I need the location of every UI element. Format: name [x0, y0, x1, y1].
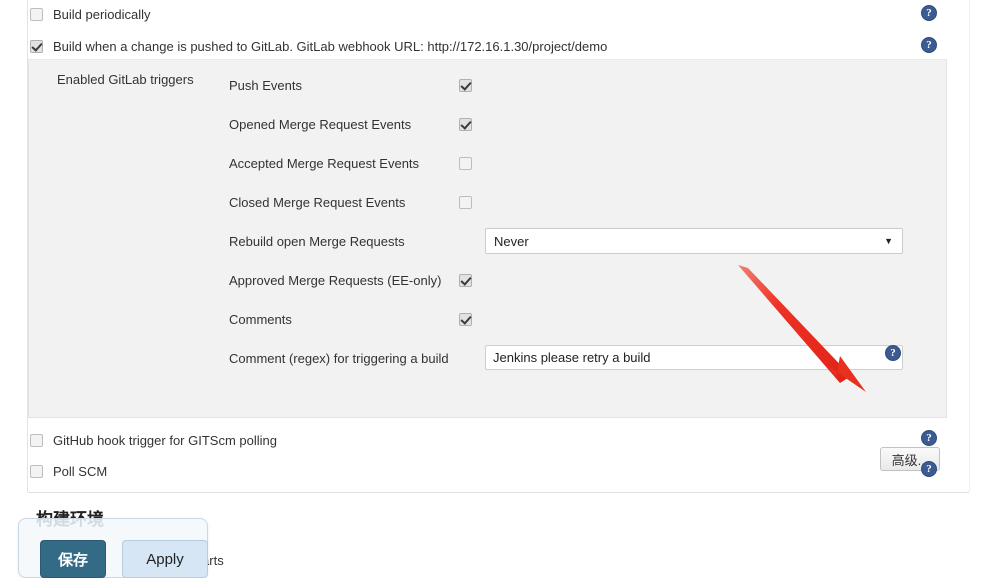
build-periodically-label: Build periodically — [53, 6, 151, 22]
opened-merge-request-events-label: Opened Merge Request Events — [229, 116, 412, 132]
build-periodically-row[interactable]: Build periodically — [30, 1, 151, 27]
rebuild-open-merge-requests-label: Rebuild open Merge Requests — [229, 233, 405, 249]
floating-save-bar: 保存 Apply — [18, 518, 208, 578]
build-on-gitlab-push-checkbox[interactable] — [30, 39, 43, 53]
row-opened-merge-request-events[interactable]: Opened Merge Request Events — [229, 113, 929, 135]
enabled-gitlab-triggers-label: Enabled GitLab triggers — [57, 72, 194, 87]
help-icon-comment-regex[interactable]: ? — [885, 345, 901, 361]
help-icon-poll-scm[interactable]: ? — [921, 461, 937, 477]
apply-button[interactable]: Apply — [122, 540, 208, 578]
push-events-checkbox[interactable] — [459, 78, 472, 92]
github-hook-trigger-checkbox[interactable] — [30, 433, 43, 447]
help-icon-github-hook-trigger[interactable]: ? — [921, 430, 937, 446]
comment-regex-input[interactable] — [485, 345, 903, 370]
row-push-events[interactable]: Push Events — [229, 74, 929, 96]
rebuild-open-merge-requests-select[interactable]: Never ▼ — [485, 228, 903, 254]
gitlab-triggers-panel: Enabled GitLab triggers Push Events Open… — [28, 59, 947, 471]
section-divider — [28, 492, 969, 493]
comment-regex-label: Comment (regex) for triggering a build — [229, 350, 449, 366]
row-comments[interactable]: Comments — [229, 308, 929, 330]
approved-merge-requests-checkbox[interactable] — [459, 273, 472, 287]
closed-merge-request-events-label: Closed Merge Request Events — [229, 194, 406, 210]
accepted-merge-request-events-checkbox[interactable] — [459, 156, 472, 170]
form-right-rail — [969, 0, 970, 492]
push-events-label: Push Events — [229, 77, 302, 93]
jenkins-config-page: Build periodically ? Build when a change… — [0, 0, 998, 578]
chevron-down-icon: ▼ — [884, 235, 893, 246]
comments-checkbox[interactable] — [459, 312, 472, 326]
rebuild-open-merge-requests-value: Never — [494, 233, 529, 249]
poll-scm-label: Poll SCM — [53, 463, 108, 479]
build-on-gitlab-push-label: Build when a change is pushed to GitLab.… — [53, 38, 608, 54]
help-icon-build-periodically[interactable]: ? — [921, 5, 937, 21]
approved-merge-requests-label: Approved Merge Requests (EE-only) — [229, 272, 442, 288]
row-accepted-merge-request-events[interactable]: Accepted Merge Request Events — [229, 152, 929, 174]
poll-scm-row[interactable]: Poll SCM — [30, 458, 107, 484]
poll-scm-checkbox[interactable] — [30, 464, 43, 478]
accepted-merge-request-events-label: Accepted Merge Request Events — [229, 155, 420, 171]
opened-merge-request-events-checkbox[interactable] — [459, 117, 472, 131]
row-closed-merge-request-events[interactable]: Closed Merge Request Events — [229, 191, 929, 213]
build-on-gitlab-push-row[interactable]: Build when a change is pushed to GitLab.… — [30, 33, 607, 59]
help-icon-build-on-gitlab-push[interactable]: ? — [921, 37, 937, 53]
github-hook-trigger-label: GitHub hook trigger for GITScm polling — [53, 432, 277, 448]
row-approved-merge-requests[interactable]: Approved Merge Requests (EE-only) — [229, 269, 929, 291]
build-periodically-checkbox[interactable] — [30, 7, 43, 21]
closed-merge-request-events-checkbox[interactable] — [459, 195, 472, 209]
github-hook-trigger-row[interactable]: GitHub hook trigger for GITScm polling — [30, 427, 277, 453]
save-button[interactable]: 保存 — [40, 540, 106, 578]
comments-label: Comments — [229, 311, 292, 327]
